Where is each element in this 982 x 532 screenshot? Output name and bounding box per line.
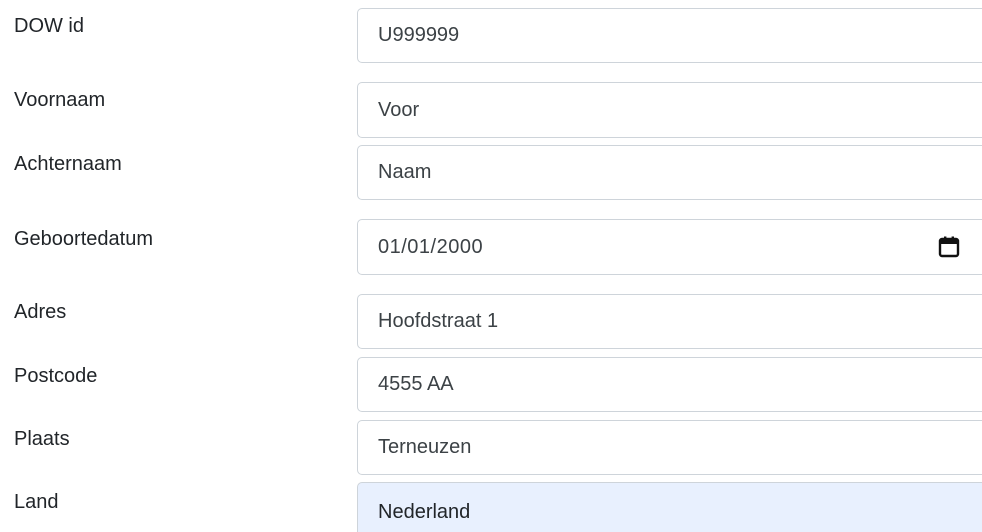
land-label: Land bbox=[14, 491, 59, 513]
calendar-icon[interactable] bbox=[934, 232, 964, 262]
dow-id-input[interactable] bbox=[357, 8, 982, 63]
geboortedatum-value: 01/01/2000 bbox=[378, 235, 484, 258]
dow-id-label: DOW id bbox=[14, 15, 84, 37]
voornaam-input[interactable] bbox=[357, 82, 982, 138]
voornaam-label: Voornaam bbox=[14, 89, 106, 111]
plaats-input[interactable] bbox=[357, 420, 982, 475]
geboortedatum-input[interactable]: 01/01/2000 bbox=[357, 219, 982, 275]
postcode-label: Postcode bbox=[14, 365, 98, 387]
person-form: DOW id Voornaam Achternaam Geboortedatum… bbox=[0, 0, 982, 532]
adres-input[interactable] bbox=[357, 294, 982, 349]
postcode-input[interactable] bbox=[357, 357, 982, 412]
plaats-label: Plaats bbox=[14, 428, 70, 450]
land-input[interactable] bbox=[357, 482, 982, 532]
geboortedatum-label: Geboortedatum bbox=[14, 228, 153, 250]
adres-label: Adres bbox=[14, 301, 67, 323]
achternaam-input[interactable] bbox=[357, 145, 982, 200]
achternaam-label: Achternaam bbox=[14, 153, 122, 175]
